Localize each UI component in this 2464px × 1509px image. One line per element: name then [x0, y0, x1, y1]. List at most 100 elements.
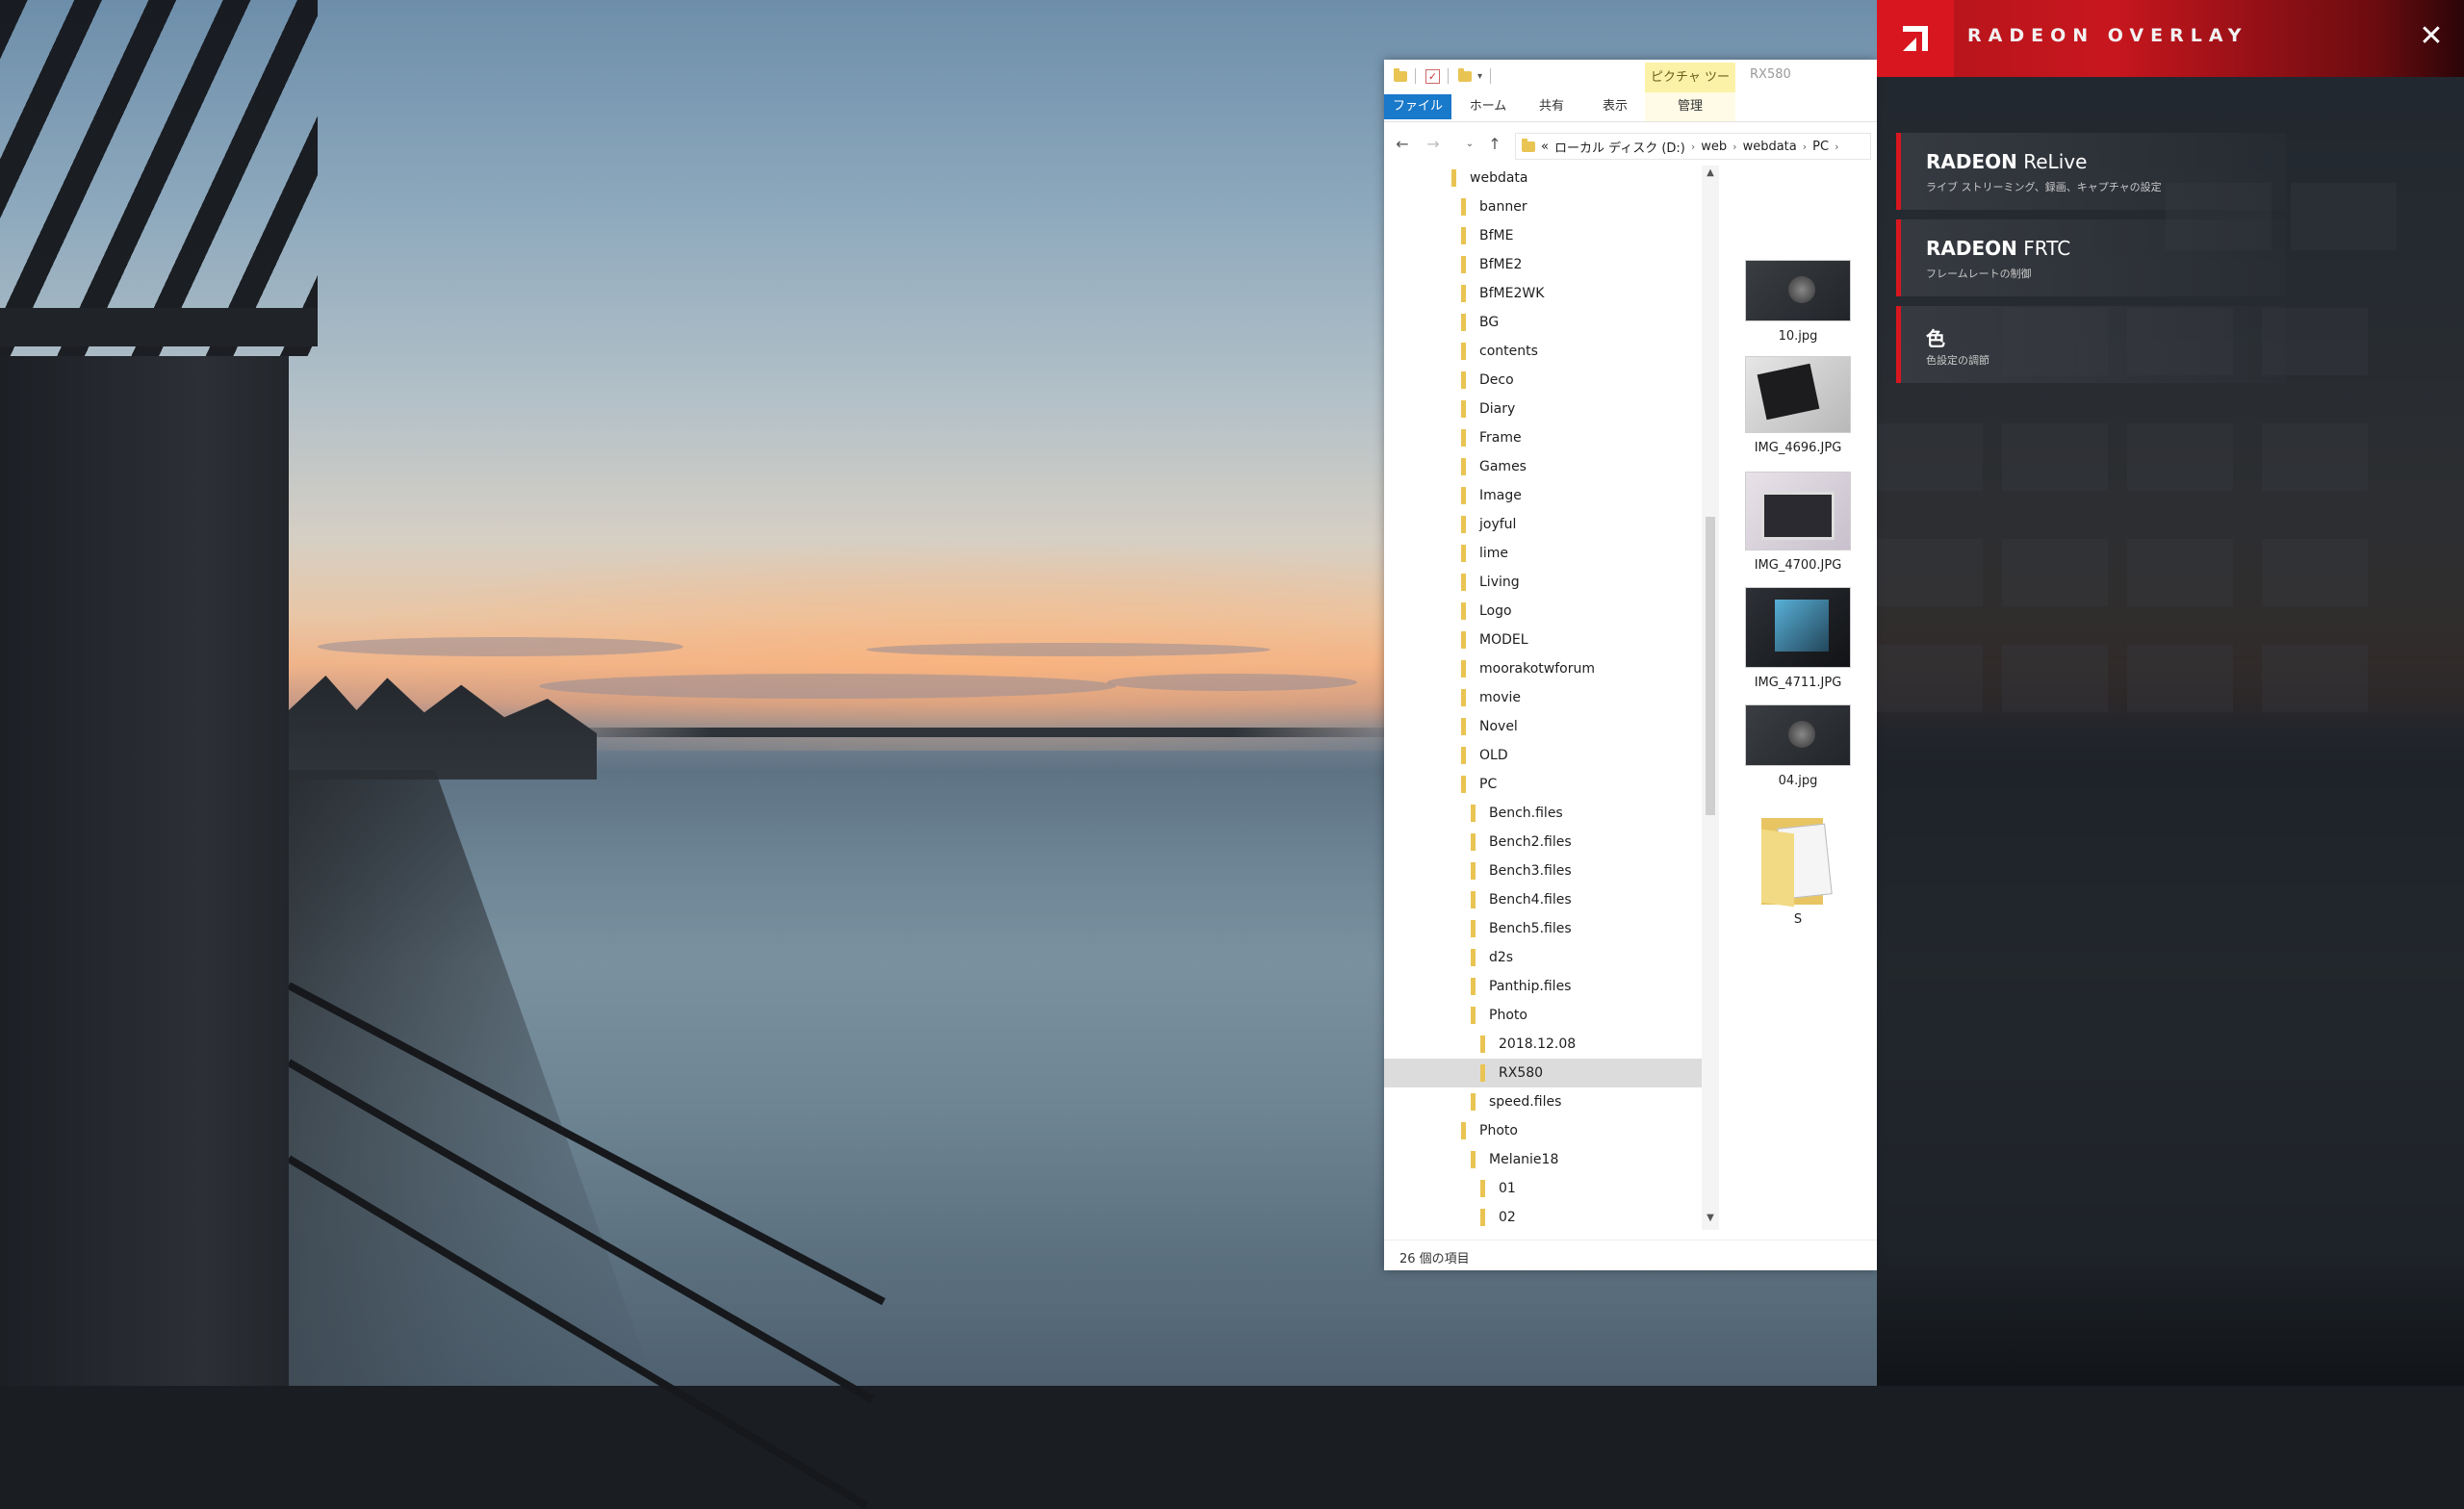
file-list[interactable]: 10.jpg IMG_4696.JPG IMG_4700.JPG IMG_4711.J… [1719, 166, 1877, 1230]
tree-item[interactable]: BG [1384, 308, 1702, 337]
chevron-right-icon[interactable]: › [1691, 141, 1695, 153]
tree-item[interactable]: contents [1384, 337, 1702, 366]
tree-item[interactable]: OLD [1384, 741, 1702, 770]
address-overflow[interactable]: « [1541, 140, 1549, 154]
tree-item[interactable]: joyful [1384, 510, 1702, 539]
window-title: RX580 [1750, 67, 1791, 82]
menu-item-subtitle: 色設定の調節 [1926, 354, 1989, 367]
navigation-scrollbar[interactable]: ▲ ▼ [1702, 166, 1719, 1230]
tree-item[interactable]: d2s [1384, 943, 1702, 972]
tree-item[interactable]: Photo [1384, 1116, 1702, 1145]
tree-item[interactable]: movie [1384, 683, 1702, 712]
tree-item[interactable]: Image [1384, 481, 1702, 510]
back-arrow-icon[interactable]: ← [1392, 135, 1413, 153]
cloud [539, 674, 1116, 699]
tree-item[interactable]: Photo [1384, 1001, 1702, 1030]
tree-item[interactable]: banner [1384, 192, 1702, 221]
tree-item[interactable]: Bench5.files [1384, 914, 1702, 943]
folder-icon [1471, 891, 1476, 908]
file-explorer-window[interactable]: ✓ ▾ ピクチャ ツール RX580 ファイル ホーム 共有 表示 管理 ← →… [1384, 60, 1877, 1270]
tree-item[interactable]: moorakotwforum [1384, 654, 1702, 683]
customize-toolbar-icon[interactable]: ▾ [1477, 71, 1482, 82]
tree-item-label: Diary [1479, 401, 1516, 417]
scroll-up-icon[interactable]: ▲ [1702, 167, 1719, 178]
tree-item[interactable]: lime [1384, 539, 1702, 568]
navigation-pane[interactable]: webdata banner BfME BfME2 BfME2WK BG contents D… [1384, 164, 1702, 1230]
tree-item[interactable]: 2018.12.08 [1384, 1030, 1702, 1059]
address-segment[interactable]: PC [1812, 140, 1829, 154]
scroll-down-icon[interactable]: ▼ [1702, 1213, 1719, 1223]
address-segment[interactable]: ローカル ディスク (D:) [1554, 138, 1685, 156]
tree-item[interactable]: 02 [1384, 1203, 1702, 1230]
menu-item-relive[interactable]: RADEON ReLive ライブ ストリーミング、録画、キャプチャの設定 [1896, 133, 2286, 210]
tree-item[interactable]: speed.files [1384, 1087, 1702, 1116]
address-segment[interactable]: web [1701, 140, 1727, 154]
tree-item-label: BG [1479, 315, 1500, 330]
folder-icon [1461, 516, 1466, 533]
tree-item[interactable]: Bench.files [1384, 799, 1702, 828]
tree-item[interactable]: Panthip.files [1384, 972, 1702, 1001]
tab-home[interactable]: ホーム [1459, 92, 1517, 121]
cloud [866, 643, 1270, 656]
amd-arrow-icon [1903, 26, 1928, 51]
folder-icon [1461, 747, 1466, 764]
overlay-title: RADEON OVERLAY [1967, 25, 2248, 46]
menu-item-color[interactable]: 色 色設定の調節 [1896, 306, 2286, 383]
tree-item[interactable]: Games [1384, 452, 1702, 481]
chevron-right-icon[interactable]: › [1803, 141, 1807, 153]
horizon-island [539, 728, 1405, 737]
tree-item-label: Bench4.files [1489, 892, 1572, 908]
tree-item-label: Bench.files [1489, 806, 1563, 821]
folder-icon [1471, 949, 1476, 966]
tree-item[interactable]: Living [1384, 568, 1702, 597]
tree-item[interactable]: BfME2 [1384, 250, 1702, 279]
folder-icon [1461, 458, 1466, 475]
picture-tools-context-tab: ピクチャ ツール [1645, 63, 1735, 115]
close-icon[interactable]: ✕ [2414, 19, 2449, 54]
tree-item[interactable]: webdata [1384, 164, 1702, 192]
cloud [318, 637, 683, 656]
forward-arrow-icon[interactable]: → [1423, 135, 1444, 153]
tree-item[interactable]: Deco [1384, 366, 1702, 395]
tree-item[interactable]: BfME2WK [1384, 279, 1702, 308]
file-item[interactable]: IMG_4711.JPG [1719, 587, 1877, 690]
tree-item-label: OLD [1479, 748, 1508, 763]
tree-item-label: Games [1479, 459, 1527, 474]
address-bar[interactable]: « ローカル ディスク (D:) › web › webdata › PC › [1515, 133, 1871, 160]
file-item[interactable]: IMG_4696.JPG [1719, 356, 1877, 455]
tree-item[interactable]: Melanie18 [1384, 1145, 1702, 1174]
properties-icon[interactable]: ✓ [1425, 68, 1440, 84]
file-item[interactable]: S [1719, 812, 1877, 927]
tree-item[interactable]: Logo [1384, 597, 1702, 626]
tree-item[interactable]: PC [1384, 770, 1702, 799]
scrollbar-thumb[interactable] [1706, 517, 1715, 815]
chevron-right-icon[interactable]: › [1835, 141, 1838, 153]
dim-tile [2127, 645, 2233, 712]
tree-item[interactable]: BfME [1384, 221, 1702, 250]
chevron-right-icon[interactable]: › [1732, 141, 1736, 153]
tree-item[interactable]: Frame [1384, 423, 1702, 452]
tree-item-label: Bench2.files [1489, 834, 1572, 850]
file-item[interactable]: 04.jpg [1719, 704, 1877, 788]
new-folder-icon[interactable] [1458, 67, 1472, 82]
tab-file[interactable]: ファイル [1384, 94, 1451, 119]
tree-item[interactable]: RX580 [1384, 1059, 1702, 1087]
tab-manage[interactable]: 管理 [1645, 92, 1735, 121]
file-item[interactable]: IMG_4700.JPG [1719, 472, 1877, 573]
up-arrow-icon[interactable]: ↑ [1484, 135, 1505, 153]
folder-icon [1461, 631, 1466, 649]
folder-icon [1471, 978, 1476, 995]
tree-item[interactable]: Novel [1384, 712, 1702, 741]
tab-share[interactable]: 共有 [1523, 92, 1580, 121]
tree-item[interactable]: Diary [1384, 395, 1702, 423]
tab-view[interactable]: 表示 [1586, 92, 1644, 121]
tree-item[interactable]: Bench3.files [1384, 857, 1702, 885]
tree-item[interactable]: 01 [1384, 1174, 1702, 1203]
tree-item[interactable]: MODEL [1384, 626, 1702, 654]
tree-item[interactable]: Bench2.files [1384, 828, 1702, 857]
menu-item-frtc[interactable]: RADEON FRTC フレームレートの制御 [1896, 219, 2286, 296]
recent-locations-chevron-icon[interactable]: ⌄ [1459, 139, 1480, 149]
file-item[interactable]: 10.jpg [1719, 260, 1877, 344]
tree-item[interactable]: Bench4.files [1384, 885, 1702, 914]
address-segment[interactable]: webdata [1743, 140, 1797, 154]
